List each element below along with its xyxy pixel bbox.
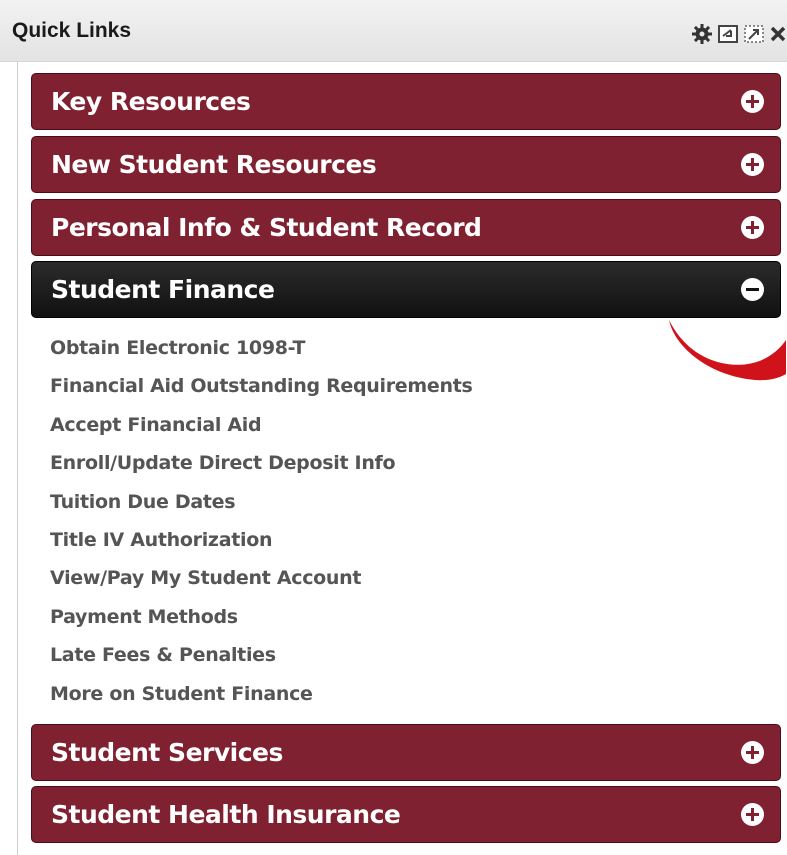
portlet-header: Quick Links [0, 0, 787, 62]
portlet-title: Quick Links [12, 19, 132, 42]
link-obtain-1098t[interactable]: Obtain Electronic 1098-T [50, 336, 473, 374]
section-key-resources[interactable]: Key Resources [31, 73, 781, 130]
minimize-icon[interactable] [717, 23, 739, 45]
close-icon[interactable] [769, 23, 787, 45]
link-financial-aid-requirements[interactable]: Financial Aid Outstanding Requirements [50, 374, 473, 412]
section-label: Student Services [51, 738, 283, 767]
link-payment-methods[interactable]: Payment Methods [50, 605, 473, 643]
portlet-tools [691, 20, 787, 48]
section-student-health-insurance[interactable]: Student Health Insurance [31, 786, 781, 843]
maximize-icon[interactable] [743, 23, 765, 45]
finance-links-list: Obtain Electronic 1098-T Financial Aid O… [50, 336, 473, 720]
collapse-icon[interactable] [741, 278, 764, 301]
link-tuition-due-dates[interactable]: Tuition Due Dates [50, 490, 473, 528]
section-label: Personal Info & Student Record [51, 213, 482, 242]
link-late-fees[interactable]: Late Fees & Penalties [50, 643, 473, 681]
section-personal-info[interactable]: Personal Info & Student Record [31, 199, 781, 256]
link-more-student-finance[interactable]: More on Student Finance [50, 682, 473, 720]
link-accept-financial-aid[interactable]: Accept Financial Aid [50, 413, 473, 451]
swoosh-decoration [669, 320, 786, 381]
link-direct-deposit[interactable]: Enroll/Update Direct Deposit Info [50, 451, 473, 489]
section-label: New Student Resources [51, 150, 377, 179]
expand-icon[interactable] [741, 90, 764, 113]
expand-icon[interactable] [741, 803, 764, 826]
expand-icon[interactable] [741, 216, 764, 239]
link-pay-student-account[interactable]: View/Pay My Student Account [50, 566, 473, 604]
section-student-services[interactable]: Student Services [31, 724, 781, 781]
gear-icon[interactable] [691, 23, 713, 45]
link-title-iv-authorization[interactable]: Title IV Authorization [50, 528, 473, 566]
expand-icon[interactable] [741, 153, 764, 176]
section-label: Key Resources [51, 87, 251, 116]
expand-icon[interactable] [741, 741, 764, 764]
section-new-student-resources[interactable]: New Student Resources [31, 136, 781, 193]
section-student-finance[interactable]: Student Finance [31, 261, 781, 318]
section-label: Student Finance [51, 275, 275, 304]
section-label: Student Health Insurance [51, 800, 401, 829]
